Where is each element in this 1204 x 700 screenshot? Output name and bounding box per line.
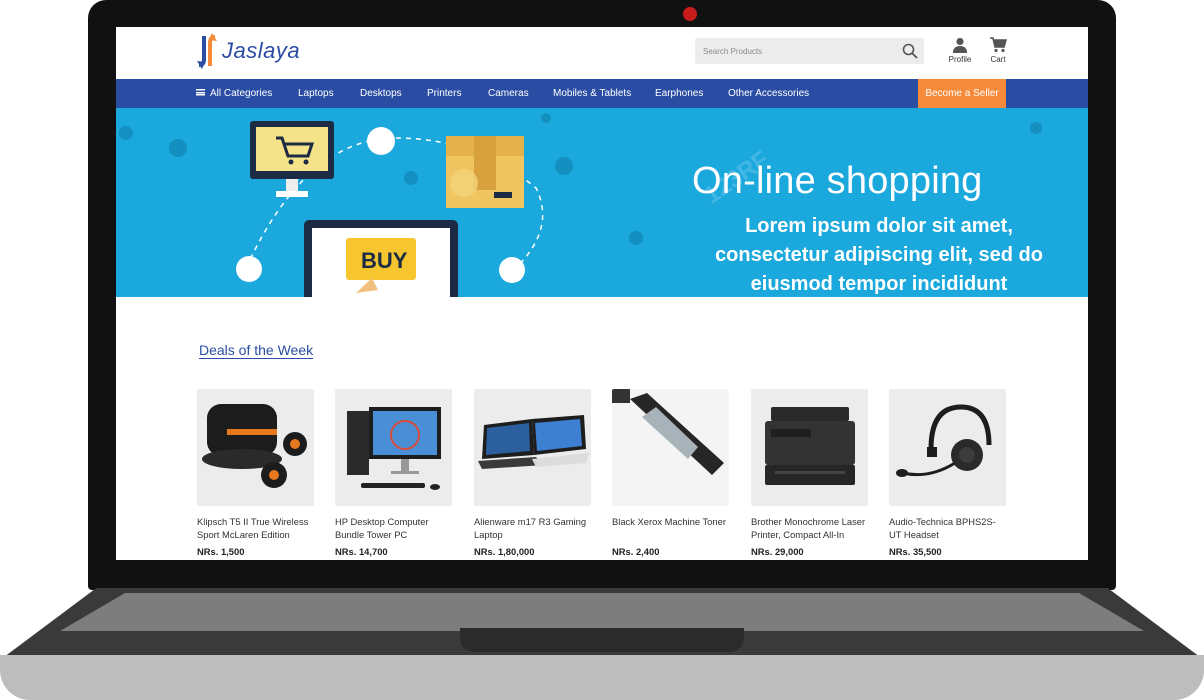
deals-section-title[interactable]: Deals of the Week <box>199 342 313 358</box>
become-seller-button[interactable]: Become a Seller <box>918 79 1006 108</box>
user-icon <box>952 37 968 55</box>
printer-icon <box>765 407 855 485</box>
product-card[interactable]: Klipsch T5 II True Wireless Sport McLare… <box>197 389 314 557</box>
laptop-trackpad-notch <box>460 628 744 652</box>
profile-label: Profile <box>948 55 972 64</box>
nav-cameras[interactable]: Cameras <box>488 79 529 108</box>
nav-earphones[interactable]: Earphones <box>655 79 703 108</box>
product-price: NRs. 35,500 <box>889 546 942 557</box>
search-bar <box>695 38 924 64</box>
nav-laptops[interactable]: Laptops <box>298 79 334 108</box>
laptop-keyboard-deck <box>60 593 1144 631</box>
banner-buy-label: BUY <box>361 248 408 273</box>
brand-logo[interactable]: Jaslaya <box>196 33 300 69</box>
cart-button[interactable]: Cart <box>981 37 1015 64</box>
product-price: NRs. 14,700 <box>335 546 388 557</box>
nav-printers[interactable]: Printers <box>427 79 461 108</box>
product-image[interactable] <box>335 389 452 506</box>
nav-desktops[interactable]: Desktops <box>360 79 402 108</box>
laptop-screen: Jaslaya Profile Cart All Categories Lapt… <box>116 27 1088 560</box>
product-price: NRs. 1,80,000 <box>474 546 535 557</box>
product-card[interactable]: Alienware m17 R3 Gaming Laptop NRs. 1,80… <box>474 389 591 557</box>
category-nav: All Categories Laptops Desktops Printers… <box>116 79 1088 108</box>
product-price: NRs. 2,400 <box>612 546 660 557</box>
product-name[interactable]: Black Xerox Machine Toner <box>612 515 729 541</box>
product-price: NRs. 29,000 <box>751 546 804 557</box>
profile-button[interactable]: Profile <box>943 37 977 64</box>
cart-icon <box>989 37 1007 55</box>
product-image[interactable] <box>474 389 591 506</box>
desktop-icon <box>347 407 441 490</box>
nav-other-accessories[interactable]: Other Accessories <box>728 79 809 108</box>
nav-mobiles-tablets[interactable]: Mobiles & Tablets <box>553 79 631 108</box>
product-name[interactable]: Brother Monochrome Laser Printer, Compac… <box>751 515 868 541</box>
nav-all-categories[interactable]: All Categories <box>196 79 272 108</box>
nav-item-label: All Categories <box>210 88 273 99</box>
product-image[interactable] <box>197 389 314 506</box>
product-card[interactable]: HP Desktop Computer Bundle Tower PC NRs.… <box>335 389 452 557</box>
laptop-icon <box>478 415 589 469</box>
webcam <box>683 7 697 21</box>
hero-banner[interactable]: BUY 123RF On-line shopping Lorem ipsum d… <box>116 108 1088 297</box>
logo-icon <box>196 33 218 69</box>
search-input[interactable] <box>695 38 901 64</box>
product-image[interactable] <box>612 389 729 506</box>
product-card[interactable]: Audio-Technica BPHS2S-UT Headset NRs. 35… <box>889 389 1006 557</box>
product-image[interactable] <box>751 389 868 506</box>
laptop-base-bottom <box>0 655 1204 700</box>
product-card[interactable]: Black Xerox Machine Toner NRs. 2,400 <box>612 389 729 557</box>
product-name[interactable]: Audio-Technica BPHS2S-UT Headset <box>889 515 1006 541</box>
menu-icon <box>196 88 205 96</box>
banner-subtext: Lorem ipsum dolor sit amet, consectetur … <box>715 215 1043 295</box>
product-card[interactable]: Brother Monochrome Laser Printer, Compac… <box>751 389 868 557</box>
product-price: NRs. 1,500 <box>197 546 245 557</box>
headset-icon <box>896 404 992 477</box>
toner-icon <box>612 389 724 475</box>
cart-label: Cart <box>990 55 1006 64</box>
banner-headline: On-line shopping <box>692 160 983 202</box>
earbuds-icon <box>202 404 307 488</box>
product-name[interactable]: Alienware m17 R3 Gaming Laptop <box>474 515 591 541</box>
product-name[interactable]: HP Desktop Computer Bundle Tower PC <box>335 515 452 541</box>
site-header: Jaslaya Profile Cart <box>116 27 1088 79</box>
product-image[interactable] <box>889 389 1006 506</box>
product-name[interactable]: Klipsch T5 II True Wireless Sport McLare… <box>197 515 314 541</box>
search-icon[interactable] <box>902 43 918 59</box>
brand-name: Jaslaya <box>222 38 301 63</box>
